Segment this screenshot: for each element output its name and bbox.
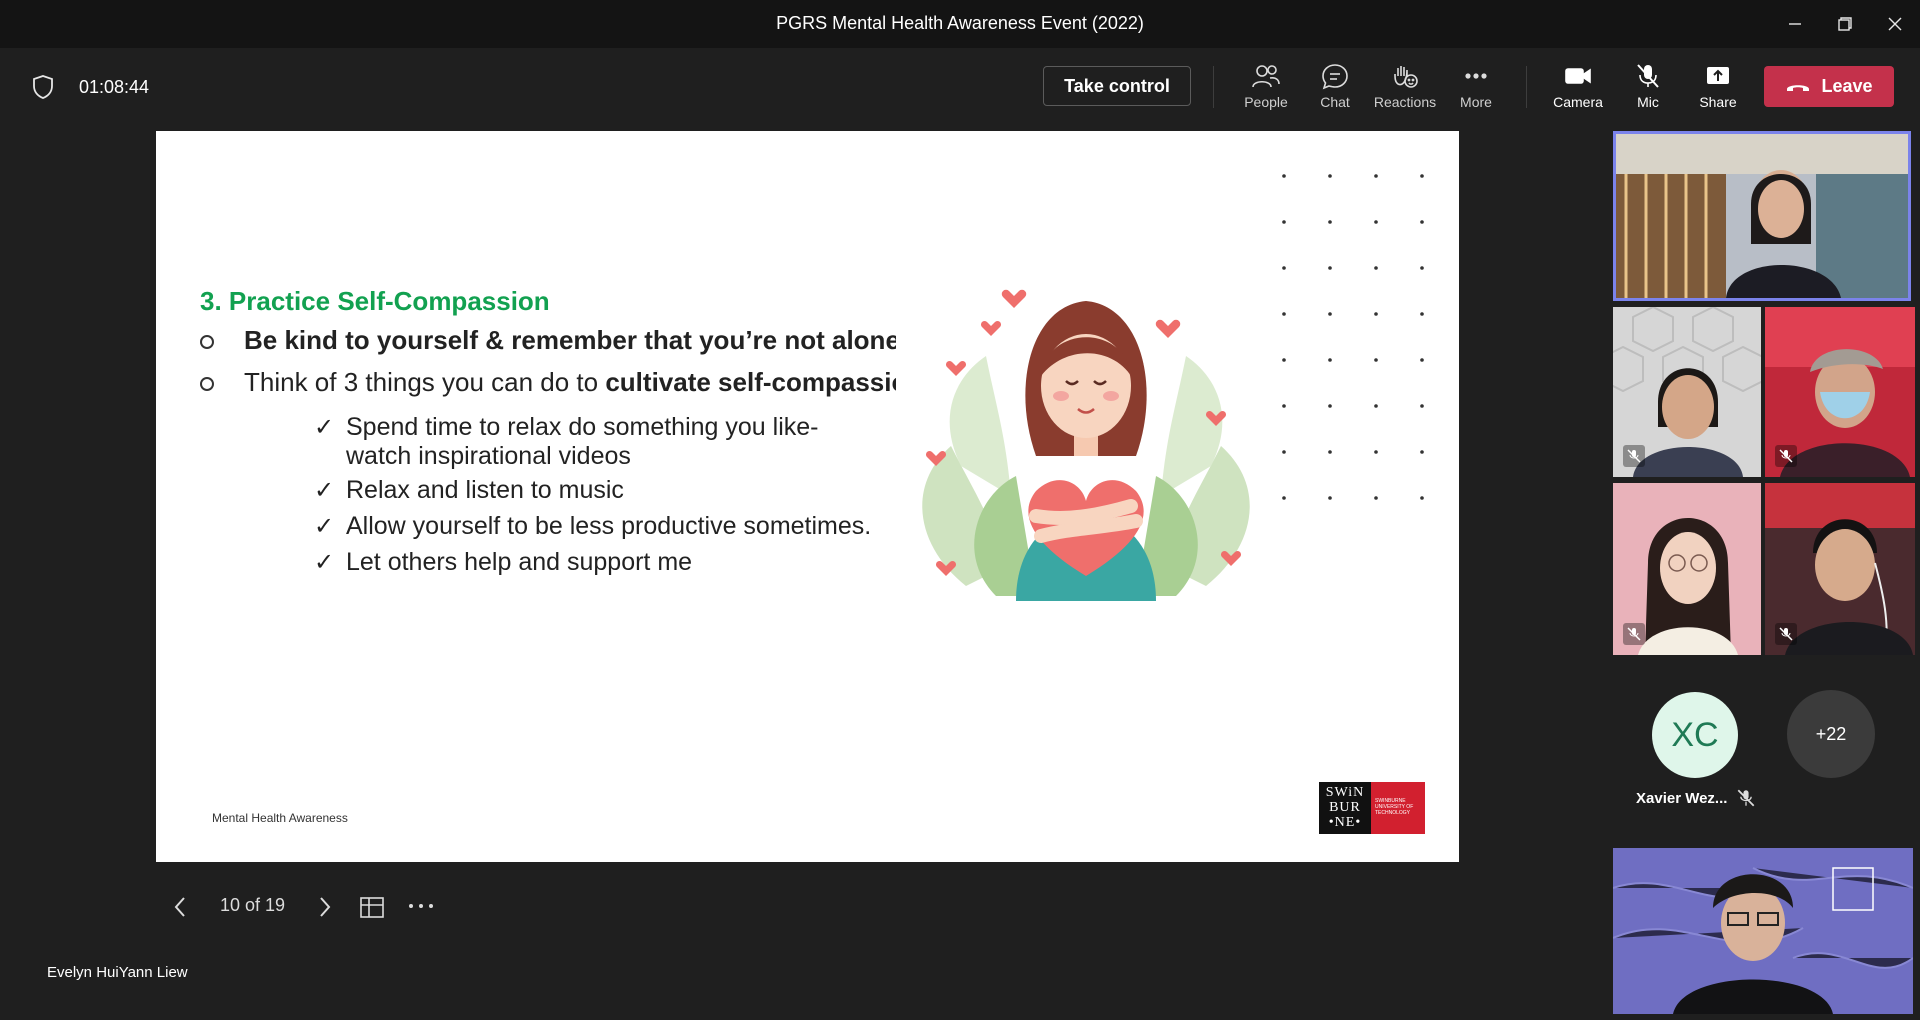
camera-icon <box>1565 68 1591 84</box>
title-bar: PGRS Mental Health Awareness Event (2022… <box>0 0 1920 48</box>
toolbar-divider <box>1213 66 1214 108</box>
mic-label: Mic <box>1637 94 1659 110</box>
checklist-text: Allow yourself to be less productive som… <box>346 512 872 540</box>
self-video-tile[interactable] <box>1613 848 1913 1014</box>
checklist-text: Let others help and support me <box>346 548 693 576</box>
slide-bullet: Think of 3 things you can do to cultivat… <box>200 367 923 398</box>
bullet-text: Be kind to yourself & remember that you’… <box>244 325 900 355</box>
bullet-circle-icon <box>200 377 214 392</box>
slide-page-indicator: 10 of 19 <box>220 895 286 915</box>
take-control-button[interactable]: Take control <box>1043 66 1191 106</box>
checkmark-icon: ✓ <box>314 549 335 576</box>
logo-wordmark: SWiN BUR •NE• <box>1319 782 1371 834</box>
participant-video-tile[interactable] <box>1765 483 1915 655</box>
shared-slide: 3. Practice Self-Compassion Be kind to y… <box>156 131 1459 862</box>
checklist-text: Spend time to relax do something you lik… <box>346 413 819 470</box>
checkmark-icon: ✓ <box>314 414 335 441</box>
reactions-label: Reactions <box>1373 94 1437 110</box>
chat-label: Chat <box>1320 94 1350 110</box>
slide-bullet: Be kind to yourself & remember that you’… <box>200 325 900 356</box>
participant-video-tile[interactable] <box>1613 307 1761 477</box>
mic-button[interactable]: Mic <box>1613 60 1683 116</box>
checklist-item: ✓ Let others help and support me <box>314 548 693 577</box>
more-label: More <box>1460 94 1492 110</box>
window-title: PGRS Mental Health Awareness Event (2022… <box>776 13 1144 33</box>
participant-video-tile[interactable] <box>1613 483 1761 655</box>
participant-avatar[interactable]: XC <box>1652 692 1738 778</box>
bullet-text: Think of 3 things you can do to <box>244 367 606 397</box>
more-icon <box>1465 73 1487 79</box>
minimize-icon <box>1789 23 1801 25</box>
meeting-timer: 01:08:44 <box>79 77 150 97</box>
next-slide-icon[interactable] <box>313 894 335 920</box>
slide-more-options-icon[interactable] <box>406 896 436 916</box>
phone-hangup-icon <box>1787 84 1810 91</box>
mic-off-icon <box>1737 789 1755 807</box>
slide-footer: Mental Health Awareness <box>212 811 348 825</box>
participant-video <box>1616 134 1908 298</box>
presenter-name: Evelyn HuiYann Liew <box>47 964 188 981</box>
logo-subtext: SWINBURNE UNIVERSITY OF TECHNOLOGY <box>1371 782 1425 834</box>
mic-off-icon <box>1637 64 1659 88</box>
mic-off-icon <box>1627 449 1641 463</box>
share-icon <box>1707 67 1729 84</box>
leave-button[interactable]: Leave <box>1764 66 1894 107</box>
meeting-toolbar: 01:08:44 Take control People Chat Reacti… <box>0 48 1920 126</box>
checklist-item: ✓ Relax and listen to music <box>314 476 624 505</box>
chat-icon <box>1322 64 1348 90</box>
previous-slide-icon[interactable] <box>170 894 192 920</box>
checkmark-icon: ✓ <box>314 477 335 504</box>
more-participants-button[interactable]: +22 <box>1787 690 1875 778</box>
slide-heading: 3. Practice Self-Compassion <box>200 286 550 316</box>
camera-button[interactable]: Camera <box>1543 60 1613 116</box>
checkmark-icon: ✓ <box>314 513 335 540</box>
mic-muted-indicator <box>1775 623 1797 645</box>
reactions-icon <box>1394 66 1418 88</box>
reactions-button[interactable]: Reactions <box>1370 60 1440 116</box>
camera-label: Camera <box>1553 94 1603 110</box>
decorative-dot-grid <box>1282 174 1424 500</box>
mic-off-icon <box>1779 627 1793 641</box>
mic-muted-indicator <box>1623 623 1645 645</box>
checklist-text: Relax and listen to music <box>346 476 624 504</box>
share-label: Share <box>1699 94 1737 110</box>
chat-button[interactable]: Chat <box>1300 60 1370 116</box>
restore-icon <box>1838 17 1852 31</box>
participant-video-tile-active[interactable] <box>1613 131 1911 301</box>
share-button[interactable]: Share <box>1683 60 1753 116</box>
participant-video-tile[interactable] <box>1765 307 1915 477</box>
slide-grid-icon[interactable] <box>358 893 386 921</box>
more-button[interactable]: More <box>1441 60 1511 116</box>
people-button[interactable]: People <box>1231 60 1301 116</box>
swinburne-logo: SWiN BUR •NE• SWINBURNE UNIVERSITY OF TECH… <box>1319 782 1425 834</box>
close-icon <box>1888 17 1902 31</box>
self-compassion-illustration <box>896 266 1276 606</box>
mic-off-icon <box>1779 449 1793 463</box>
mic-muted-indicator <box>1623 445 1645 467</box>
leave-label: Leave <box>1821 76 1873 96</box>
bullet-circle-icon <box>200 335 214 350</box>
participant-name: Xavier Wez... <box>1636 790 1728 807</box>
meeting-window: PGRS Mental Health Awareness Event (2022… <box>0 0 1920 1020</box>
mic-off-icon <box>1627 627 1641 641</box>
self-video <box>1613 848 1913 1014</box>
toolbar-divider <box>1526 66 1527 108</box>
bullet-bold-text: cultivate self-compassion <box>605 367 924 397</box>
people-icon <box>1252 65 1280 88</box>
shield-icon[interactable] <box>32 74 54 100</box>
restore-button[interactable] <box>1822 0 1868 48</box>
mic-muted-indicator <box>1775 445 1797 467</box>
checklist-item: ✓ Allow yourself to be less productive so… <box>314 512 872 541</box>
close-button[interactable] <box>1872 0 1918 48</box>
checklist-item: ✓ Spend time to relax do something you li… <box>314 413 846 471</box>
people-label: People <box>1244 94 1288 110</box>
minimize-button[interactable] <box>1772 0 1818 48</box>
